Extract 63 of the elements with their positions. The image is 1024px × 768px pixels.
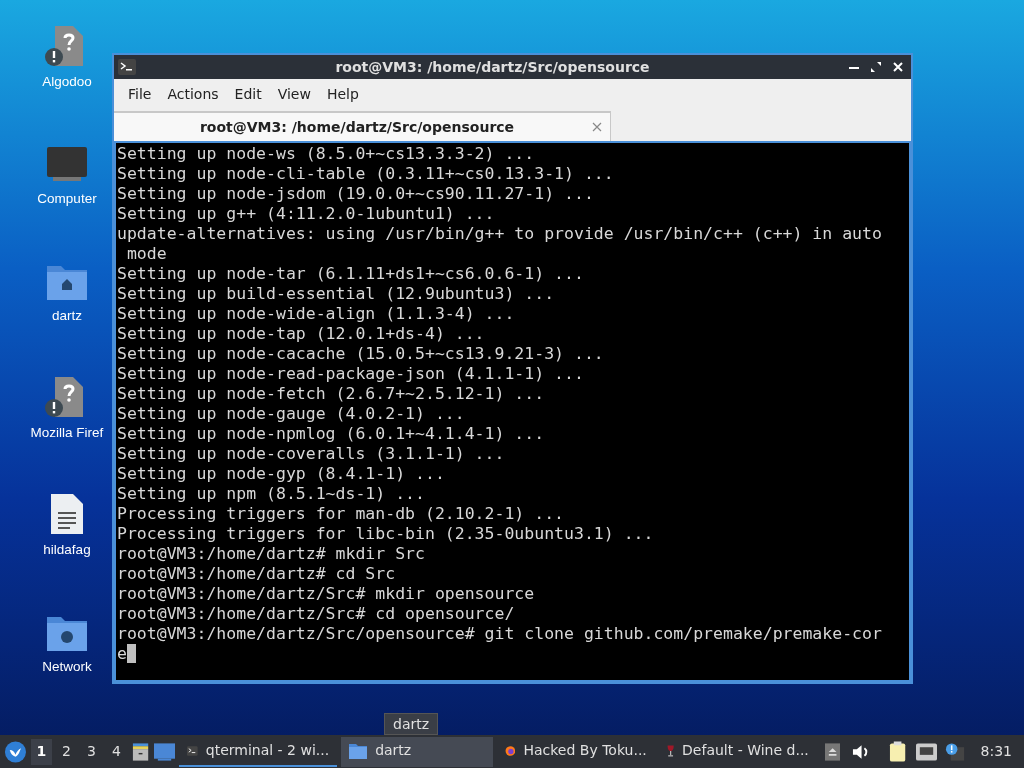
desktop-icon-label[interactable]: hildafag: [43, 540, 91, 561]
eject-icon[interactable]: [824, 742, 841, 761]
maximize-icon[interactable]: [871, 62, 881, 72]
terminal-line: Setting up g++ (4:11.2.0-1ubuntu1) ...: [117, 204, 495, 224]
workspace-switch[interactable]: 1: [30, 738, 52, 765]
menu-item[interactable]: Edit: [228, 83, 268, 105]
workspace-switch[interactable]: 3: [80, 738, 102, 765]
clock[interactable]: 8:31: [980, 741, 1012, 762]
notification-icon[interactable]: [945, 741, 965, 762]
tab-title: root@VM3: /home/dartz/Src/opensource: [198, 117, 516, 137]
text-cursor: [126, 644, 136, 663]
file-cabinet-icon[interactable]: [131, 741, 151, 762]
terminal-tab[interactable]: root@VM3: /home/dartz/Src/opensource: [114, 111, 611, 141]
window-title: root@VM3: /home/dartz/Src/opensource: [334, 57, 651, 77]
terminal-line: root@VM3:/home/dartz/Src# cd opensource/: [117, 604, 515, 624]
close-tab-icon[interactable]: [592, 122, 602, 132]
terminal-line: mode: [125, 244, 167, 264]
folder-icon: [349, 742, 368, 759]
terminal-line: Setting up node-wide-align (1.1.3-4) ...: [117, 304, 515, 324]
terminal-icon: [118, 59, 136, 75]
terminal-line: Setting up node-ws (8.5.0+~cs13.3.3-2) ...: [117, 144, 535, 164]
terminal-line: update-alternatives: using /usr/bin/g++ to provide /usr/bin/c++ (c++) in auto: [117, 224, 882, 244]
desktop-icon-label[interactable]: Network: [42, 657, 92, 678]
desktop-icon-label[interactable]: Computer: [37, 189, 97, 210]
terminal-line: Setting up node-tap (12.0.1+ds-4) ...: [117, 324, 485, 344]
app-menu-icon[interactable]: [4, 739, 27, 764]
terminal-line: root@VM3:/home/dartz/Src# mkdir opensource: [117, 584, 535, 604]
terminal-line: Processing triggers for man-db (2.10.2-1) ...: [117, 504, 565, 524]
terminal-line: Processing triggers for libc-bin (2.35-0ubuntu3.1) ...: [117, 524, 654, 544]
tooltip: dartz: [384, 713, 439, 735]
volume-icon[interactable]: [852, 743, 870, 760]
terminal-line: Setting up node-cacache (15.0.5+~cs13.9.21-3) ...: [117, 344, 604, 364]
document-icon: [49, 492, 85, 536]
workspace-switch[interactable]: 4: [106, 738, 127, 765]
terminal-line: Setting up node-gauge (4.0.2-1) ...: [117, 404, 465, 424]
terminal-line: Setting up npm (8.5.1~ds-1) ...: [117, 484, 425, 504]
terminal-line: root@VM3:/home/dartz# cd Src: [117, 564, 396, 584]
terminal-line: Setting up node-read-package-json (4.1.1-1) ...: [117, 364, 584, 384]
menu-item[interactable]: Actions: [161, 83, 225, 105]
terminal-line: root@VM3:/home/dartz/Src/opensource# git clone github.com/premake/premake-cor: [117, 624, 882, 644]
task-button[interactable]: dartz: [341, 736, 493, 767]
terminal-line: Setting up node-fetch (2.6.7+~2.5.12-1) ...: [117, 384, 545, 404]
terminal-line: e: [117, 644, 127, 664]
terminal-line: Setting up node-cli-table (0.3.11+~cs0.13.3-1) ...: [117, 164, 614, 184]
terminal-line: Setting up node-tar (6.1.11+ds1+~cs6.0.6-1) ...: [117, 264, 584, 284]
terminal-line: Setting up build-essential (12.9ubuntu3) ...: [117, 284, 555, 304]
menu-item[interactable]: View: [271, 83, 317, 105]
terminal-line: Setting up node-gyp (8.4.1-1) ...: [117, 464, 445, 484]
menu-item[interactable]: Help: [320, 83, 365, 105]
network-port-icon[interactable]: [916, 742, 938, 761]
workspace-switch[interactable]: 2: [55, 738, 77, 765]
terminal-line: Setting up node-coveralls (3.1.1-1) ...: [117, 444, 505, 464]
terminal-line: Setting up node-npmlog (6.0.1+~4.1.4-1) ...: [117, 424, 545, 444]
menu-item[interactable]: File: [122, 83, 158, 105]
terminal-line: root@VM3:/home/dartz# mkdir Src: [117, 544, 425, 564]
task-button[interactable]: qterminal - 2 wi...: [179, 736, 338, 767]
terminal-line: Setting up node-jsdom (19.0.0+~cs90.11.27-1) ...: [117, 184, 594, 204]
desktop-icon[interactable]: [154, 742, 176, 761]
task-button[interactable]: Default - Wine d...: [658, 736, 817, 767]
desktop-icon-label[interactable]: Mozilla Firef: [30, 423, 104, 444]
close-icon[interactable]: [893, 62, 903, 72]
task-button[interactable]: Hacked By Toku...: [496, 736, 655, 767]
desktop-icon-label[interactable]: dartz: [52, 306, 82, 327]
